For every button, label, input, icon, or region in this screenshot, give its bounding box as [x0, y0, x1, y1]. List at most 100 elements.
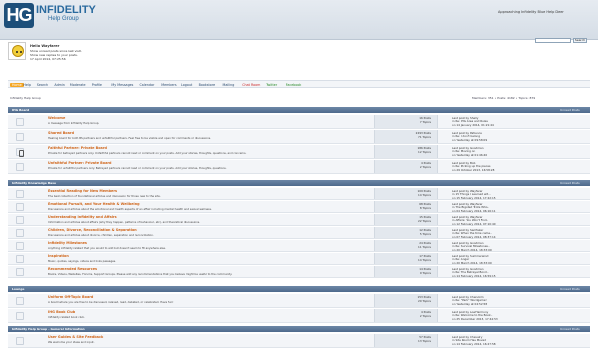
topic-count: 7 Topics: [419, 120, 431, 124]
category-header[interactable]: IHG Board Unread Posts: [8, 107, 590, 113]
board-row[interactable]: Faithful Partner: Private Board Private f…: [8, 145, 590, 159]
board-name[interactable]: Essential Reading for New Members: [48, 189, 117, 193]
nav-item-facebook[interactable]: Facebook: [286, 83, 302, 87]
board-row[interactable]: Understanding Infidelity and Affairs Info…: [8, 214, 590, 226]
unread-posts-link[interactable]: Unread Posts: [560, 107, 580, 113]
search-input[interactable]: [535, 38, 571, 43]
board-counts: 17 Posts 14 Topics: [374, 253, 438, 264]
board-description: A board where you are free to be discuss…: [48, 299, 174, 304]
last-post-date: on 12 February 2014, 07:10:40: [452, 221, 496, 226]
nav-item-help[interactable]: Help: [23, 83, 31, 87]
topic-count: 9 Topics: [419, 271, 431, 275]
board-status-icon: [16, 202, 24, 211]
board-name[interactable]: Welcome: [48, 116, 65, 120]
board-counts: 2293 Posts 71 Topics: [374, 130, 438, 143]
nav-item-mailing[interactable]: Mailing: [223, 83, 235, 87]
board-row[interactable]: Welcome A message from Infidelity Help Gr…: [8, 115, 590, 129]
board-description: Books, Videos, Websites, Forums, Support…: [48, 271, 233, 276]
category-title[interactable]: Infidelity Help Group - General Informat…: [12, 326, 85, 332]
breadcrumb[interactable]: Infidelity Help Group: [10, 96, 41, 100]
category-title[interactable]: Infidelity Knowledge Base: [12, 180, 56, 186]
nav-item-admin[interactable]: Admin: [54, 83, 65, 87]
topic-count: 71 Topics: [418, 135, 431, 139]
board-name[interactable]: Understanding Infidelity and Affairs: [48, 215, 117, 219]
board-name[interactable]: User Guides & Site Feedback: [48, 335, 103, 339]
board-counts: 14 Posts 9 Topics: [374, 266, 438, 277]
board-counts: 186 Posts 12 Topics: [374, 145, 438, 158]
nav-item-members[interactable]: Members: [161, 83, 176, 87]
nav-item-my-messages[interactable]: My Messages: [111, 83, 133, 87]
board-name[interactable]: Faithful Partner: Private Board: [48, 146, 107, 150]
board-row[interactable]: Emotional Pursuit, and Your Health & Wel…: [8, 201, 590, 213]
board-description: Discussions and articles about divorce, …: [48, 232, 154, 237]
site-header: HG INFIDELITY Help Group Approaching Inf…: [0, 0, 598, 40]
board-description: Discussions and articles about the emoti…: [48, 206, 212, 211]
current-datetime: 17 April 2014, 07:25:56: [30, 57, 66, 61]
board-row[interactable]: User Guides & Site Feedback We welcome yo…: [8, 334, 590, 348]
logo[interactable]: HG: [4, 3, 34, 28]
smiley-icon: [12, 45, 24, 57]
board-name[interactable]: IHG Book Club: [48, 310, 75, 314]
board-status-icon: [16, 162, 24, 171]
category-header[interactable]: Infidelity Knowledge Base Unread Posts: [8, 180, 590, 186]
last-post-date: on 15 February 2014, 17:22:15: [452, 195, 496, 200]
board-counts: 15 Posts 22 Topics: [374, 214, 438, 225]
nav-item-profile[interactable]: Profile: [92, 83, 102, 87]
category-header[interactable]: Lounge Unread Posts: [8, 286, 590, 292]
nav-item-chat-room[interactable]: Chat Room: [242, 83, 260, 87]
board-name[interactable]: Unfaithful Partner: Private Board: [48, 161, 111, 165]
board-name[interactable]: Shared Board: [48, 131, 74, 135]
topic-count: 20 Topics: [418, 299, 431, 303]
last-post-date: on 07 February 2014, 08:37:14: [452, 234, 496, 239]
nav-item-moderate[interactable]: Moderate: [70, 83, 86, 87]
board-name[interactable]: Children, Divorce, Reconciliation & Sepa…: [48, 228, 137, 232]
category-title[interactable]: IHG Board: [12, 107, 29, 113]
unread-posts-link[interactable]: Unread Posts: [560, 286, 580, 292]
board-row[interactable]: Uniform Off-Topic Board A board where you…: [8, 294, 590, 308]
board-row[interactable]: Shared Board Healing board for both BS pa…: [8, 130, 590, 144]
board-row[interactable]: Children, Divorce, Reconciliation & Sepa…: [8, 227, 590, 239]
category-header[interactable]: Infidelity Help Group - General Informat…: [8, 326, 590, 332]
board-name[interactable]: Recommended Resources: [48, 267, 97, 271]
last-post-date: on Yesterday at 04:52:58: [452, 301, 488, 306]
board-status-icon: [16, 336, 24, 345]
topic-count: 2 Topics: [419, 314, 431, 318]
last-post-date: on 04 February 2014, 06:16:11: [452, 208, 496, 213]
nav-item-search[interactable]: Search: [37, 83, 48, 87]
last-post-date: on 14 February 2014, 16:27:58: [452, 341, 496, 346]
last-post-date: on 29 October 2013, 16:58:28: [452, 167, 495, 172]
nav-item-home[interactable]: Home: [10, 82, 24, 87]
category-title[interactable]: Lounge: [12, 286, 24, 292]
board-row[interactable]: Recommended Resources Books, Videos, Webs…: [8, 266, 590, 278]
clipboard-icon: [16, 147, 24, 157]
board-name[interactable]: Uniform Off-Topic Board: [48, 295, 93, 299]
board-row[interactable]: Inspiration Music, quotes, sayings, video…: [8, 253, 590, 265]
nav-item-logout[interactable]: Logout: [181, 83, 192, 87]
avatar[interactable]: [8, 42, 26, 60]
last-post-date: on 14 January 2014, 01:21:44: [452, 122, 494, 127]
nav-item-twitter[interactable]: Twitter: [266, 83, 277, 87]
nav-item-calendar[interactable]: Calendar: [140, 83, 155, 87]
board-counts: 4 Posts 2 Topics: [374, 309, 438, 322]
user-panel: Hello Wayfarer Show unread posts since l…: [6, 40, 126, 68]
board-name[interactable]: Infidelity Milestones: [48, 241, 87, 245]
board-row[interactable]: Essential Reading for New Members The bes…: [8, 188, 590, 200]
board-row[interactable]: Infidelity Milestones Anything infidelity…: [8, 240, 590, 252]
board-status-icon: [16, 254, 24, 263]
board-description: Information and articles about affairs (…: [48, 219, 201, 224]
last-post-date: on Yesterday at 01:46:40: [452, 152, 488, 157]
board-row[interactable]: Unfaithful Partner: Private Board Private…: [8, 160, 590, 174]
unread-posts-link[interactable]: Unread Posts: [560, 326, 580, 332]
board-counts: 24 Posts 11 Topics: [374, 240, 438, 251]
board-row[interactable]: IHG Book Club Infidelity related book clu…: [8, 309, 590, 323]
search-button[interactable]: Search: [573, 38, 587, 43]
unread-posts-link[interactable]: Unread Posts: [560, 180, 580, 186]
nav-item-bookstore[interactable]: Bookstore: [199, 83, 216, 87]
board-counts: 12 Posts 5 Topics: [374, 227, 438, 238]
board-name[interactable]: Inspiration: [48, 254, 69, 258]
board-status-icon: [16, 296, 24, 305]
board-counts: 57 Posts 13 Topics: [374, 334, 438, 347]
last-post-date: on 20 March 2014, 18:33:09: [452, 247, 492, 252]
board-description: Infidelity related book club.: [48, 314, 85, 319]
board-name[interactable]: Emotional Pursuit, and Your Health & Wel…: [48, 202, 140, 206]
